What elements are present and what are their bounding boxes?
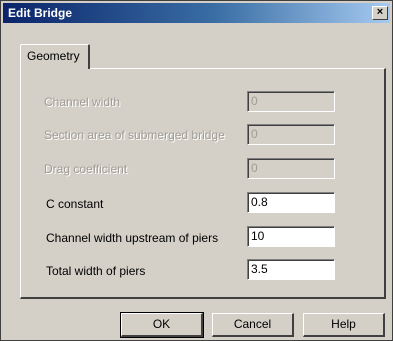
cancel-button[interactable]: Cancel [212,313,294,337]
total-width-piers-input[interactable]: 3.5 [247,259,335,280]
channel-width-upstream-label: Channel width upstream of piers [46,231,219,245]
channel-width-upstream-input[interactable]: 10 [247,226,335,247]
window-title: Edit Bridge [8,6,73,20]
close-icon: × [376,6,384,18]
title-bar[interactable]: Edit Bridge × [3,3,390,23]
c-constant-label: C constant [46,197,104,211]
c-constant-input[interactable]: 0.8 [247,192,335,213]
tab-geometry[interactable]: Geometry [20,44,90,69]
drag-coefficient-input[interactable]: 0 [247,158,335,179]
channel-width-label: Channel width [44,95,121,109]
channel-width-input[interactable]: 0 [247,91,335,112]
drag-coefficient-label: Drag coefficient [44,162,128,176]
section-area-input[interactable]: 0 [247,124,335,145]
tab-geometry-label: Geometry [27,49,80,63]
edit-bridge-dialog: Edit Bridge × Geometry Channel width 0 S… [0,0,393,341]
help-button[interactable]: Help [303,313,385,337]
section-area-label: Section area of submerged bridge [44,128,225,142]
close-button[interactable]: × [372,6,388,20]
total-width-piers-label: Total width of piers [46,264,146,278]
ok-button[interactable]: OK [120,312,204,338]
